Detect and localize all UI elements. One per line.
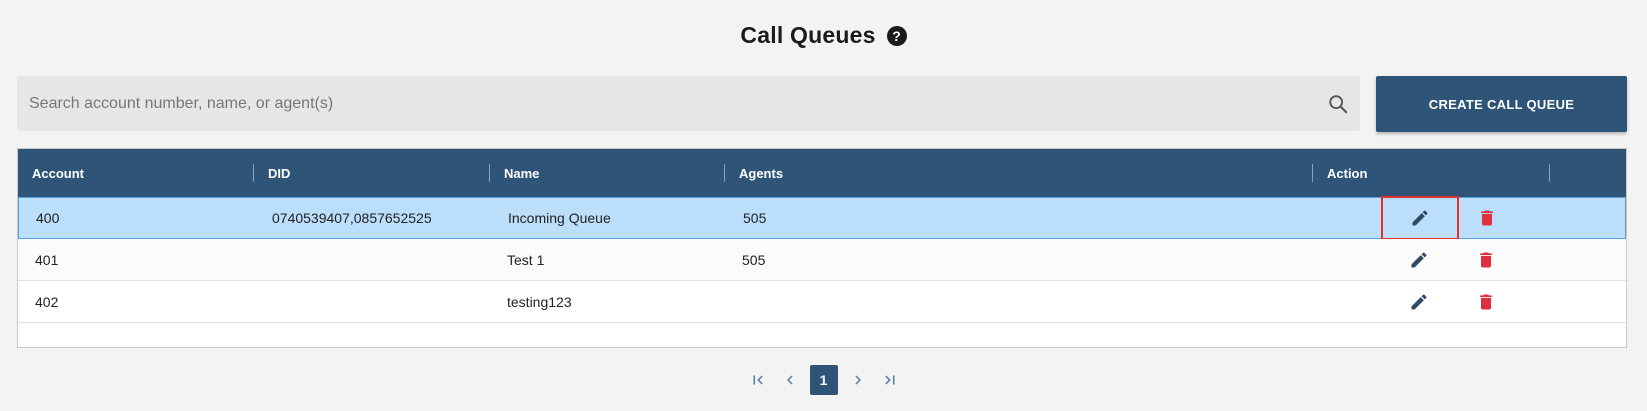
- cell-name: testing123: [507, 293, 572, 310]
- edit-button[interactable]: [1381, 196, 1459, 240]
- edit-button[interactable]: [1380, 281, 1458, 322]
- chevron-right-icon: [854, 375, 861, 385]
- cell-name: Incoming Queue: [508, 210, 611, 226]
- call-queues-table: Account DID Name Agents Action 400 07405…: [17, 148, 1627, 348]
- table-row[interactable]: 402 testing123: [18, 281, 1626, 323]
- previous-page-button[interactable]: [777, 365, 803, 395]
- trash-icon: [1480, 294, 1492, 309]
- cell-agents: 505: [743, 210, 767, 226]
- current-page-button[interactable]: 1: [809, 365, 838, 395]
- table-row[interactable]: 400 0740539407,0857652525 Incoming Queue…: [18, 196, 1626, 240]
- next-page-button[interactable]: [845, 365, 871, 395]
- column-divider: [253, 164, 254, 182]
- cell-did: 0740539407,0857652525: [272, 210, 432, 226]
- edit-button[interactable]: [1380, 239, 1458, 280]
- trash-icon: [1481, 210, 1493, 226]
- delete-button[interactable]: [1471, 281, 1501, 322]
- search-input[interactable]: [17, 76, 1316, 131]
- search-bar: [17, 76, 1360, 131]
- last-page-icon: [884, 375, 894, 385]
- cell-account: 400: [36, 210, 60, 226]
- pencil-icon: [1411, 293, 1427, 309]
- column-divider: [489, 164, 490, 182]
- cell-account: 402: [35, 293, 59, 310]
- search-icon[interactable]: [1316, 76, 1360, 131]
- table-row[interactable]: 401 Test 1 505: [18, 239, 1626, 281]
- cell-name: Test 1: [507, 251, 545, 268]
- create-call-queue-button[interactable]: CREATE CALL QUEUE: [1376, 76, 1627, 132]
- pencil-icon: [1411, 251, 1427, 267]
- table-header: Account DID Name Agents Action: [18, 149, 1626, 197]
- delete-button[interactable]: [1471, 239, 1501, 280]
- column-divider: [724, 164, 725, 182]
- cell-agents: 505: [742, 251, 766, 268]
- column-header-account[interactable]: Account: [32, 149, 84, 197]
- column-header-did[interactable]: DID: [268, 149, 290, 197]
- page-title: Call Queues: [740, 22, 876, 48]
- pencil-icon: [1412, 210, 1428, 226]
- first-page-button[interactable]: [745, 365, 771, 395]
- column-divider: [1549, 164, 1550, 182]
- column-divider: [1312, 164, 1313, 182]
- chevron-left-icon: [786, 375, 793, 385]
- column-header-agents[interactable]: Agents: [739, 149, 783, 197]
- first-page-icon: [753, 375, 763, 385]
- cell-account: 401: [35, 251, 59, 268]
- page-header: Call Queues ?: [0, 22, 1647, 49]
- help-icon[interactable]: ?: [886, 25, 907, 46]
- trash-icon: [1480, 252, 1492, 267]
- pagination: 1: [0, 365, 1647, 395]
- last-page-button[interactable]: [877, 365, 903, 395]
- column-header-name[interactable]: Name: [504, 149, 539, 197]
- delete-button[interactable]: [1472, 198, 1502, 238]
- column-header-action: Action: [1327, 165, 1368, 181]
